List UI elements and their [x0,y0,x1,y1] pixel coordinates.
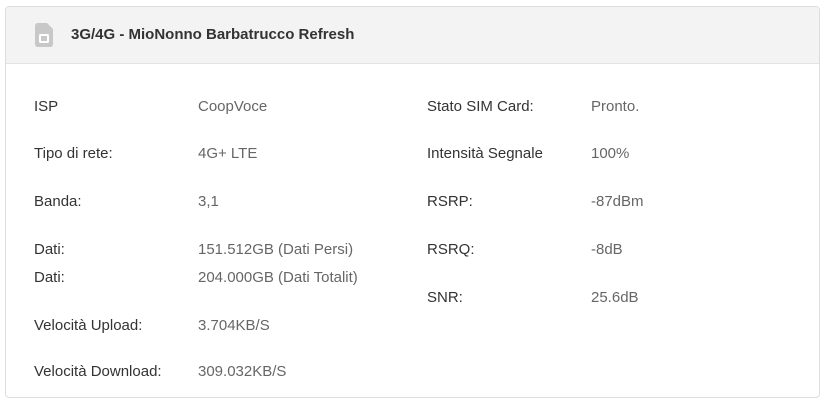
isp-value: CoopVoce [198,98,268,115]
sim-status-value: Pronto. [591,98,640,115]
upload-speed-label: Velocità Upload: [34,317,143,334]
sim-card-icon [35,23,53,47]
isp-label: ISP [34,98,59,115]
rsrq-label: RSRQ: [427,241,475,258]
download-speed-label: Velocità Download: [34,363,162,380]
rsrq-value: -8dB [591,241,623,258]
modem-status-card: 3G/4G - MioNonno Barbatrucco Refresh ISP… [5,6,820,398]
data-total-label: Dati: [34,269,65,286]
data-lost-value: 151.512GB (Dati Persi) [198,241,354,258]
band-value: 3,1 [198,193,219,210]
download-speed-value: 309.032KB/S [198,363,287,380]
snr-value: 25.6dB [591,289,639,306]
network-type-value: 4G+ LTE [198,145,258,162]
snr-label: SNR: [427,289,463,306]
data-total-value: 204.000GB (Dati Totalit) [198,269,358,286]
network-type-label: Tipo di rete: [34,145,113,162]
rsrp-value: -87dBm [591,193,644,210]
data-lost-label: Dati: [34,241,65,258]
card-header: 3G/4G - MioNonno Barbatrucco Refresh [6,7,819,64]
upload-speed-value: 3.704KB/S [198,317,270,334]
signal-strength-label: Intensità Segnale [427,145,543,162]
rsrp-label: RSRP: [427,193,473,210]
band-label: Banda: [34,193,82,210]
sim-status-label: Stato SIM Card: [427,98,534,115]
signal-strength-value: 100% [591,145,630,162]
card-title: 3G/4G - MioNonno Barbatrucco Refresh [71,26,355,43]
